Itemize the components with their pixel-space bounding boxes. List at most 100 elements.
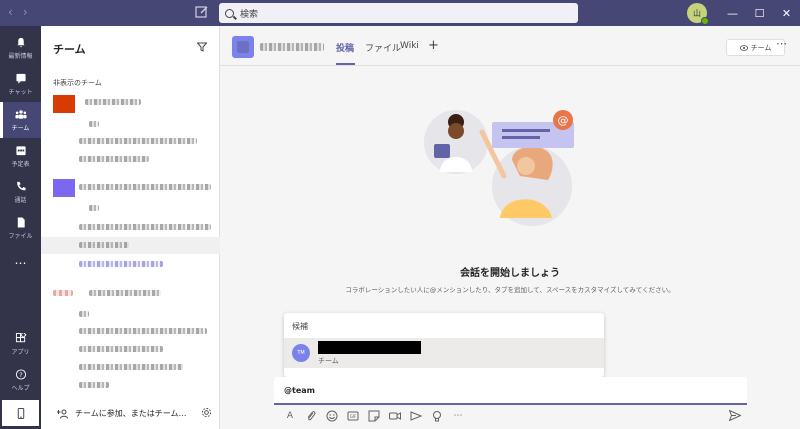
team-avatar xyxy=(53,95,75,113)
search-input[interactable]: 検索 xyxy=(219,3,578,23)
selected-channel-row[interactable] xyxy=(41,237,220,254)
bell-icon xyxy=(16,37,25,48)
rail-item-calls[interactable]: 通話 xyxy=(0,174,41,210)
panel-title: チーム xyxy=(53,43,86,56)
praise-icon[interactable] xyxy=(429,410,445,422)
tab-wiki[interactable]: Wiki xyxy=(400,41,419,51)
more-icon: … xyxy=(14,253,27,267)
message-compose-input[interactable]: @team xyxy=(274,377,747,405)
minimize-button[interactable]: — xyxy=(719,0,746,26)
mobile-phone-icon xyxy=(17,407,24,419)
channel-item[interactable] xyxy=(79,382,109,388)
rail-item-calendar[interactable]: 予定表 xyxy=(0,138,41,174)
window-controls: — ☐ ✕ xyxy=(719,0,800,26)
active-tab-indicator xyxy=(336,63,355,65)
channel-item[interactable] xyxy=(79,156,149,162)
channel-item[interactable] xyxy=(79,328,207,334)
welcome-title: 会話を開始しましょう xyxy=(460,268,560,279)
rail-item-label: ヘルプ xyxy=(11,384,30,392)
channel-header: 投稿 ファイル Wiki + チーム ⋯ xyxy=(220,26,800,66)
team-avatar xyxy=(53,179,75,197)
conversation-illustration: @ xyxy=(424,110,574,226)
rail-item-chat[interactable]: チャット xyxy=(0,66,41,102)
avatar[interactable]: 山 xyxy=(687,3,709,25)
avatar: TM xyxy=(292,344,310,362)
channel-title xyxy=(260,43,324,51)
gif-icon[interactable]: GIF xyxy=(345,410,361,422)
attach-icon[interactable] xyxy=(303,410,319,422)
join-team-label: チームに参加、またはチーム… xyxy=(75,409,187,418)
selected-channel-name[interactable] xyxy=(79,242,129,248)
add-tab-button[interactable]: + xyxy=(428,38,439,53)
suggestion-name-redacted xyxy=(318,341,421,354)
new-chat-icon[interactable] xyxy=(195,5,209,19)
channel-item[interactable] xyxy=(89,121,99,127)
title-bar: ‹ › 検索 山 — ☐ ✕ xyxy=(0,0,800,26)
team-name[interactable] xyxy=(79,184,211,190)
rail-item-activity[interactable]: 最新情報 xyxy=(0,30,41,66)
chat-icon xyxy=(15,73,26,84)
format-icon[interactable]: A xyxy=(282,410,298,422)
emoji-icon[interactable] xyxy=(324,410,340,422)
forward-icon[interactable]: › xyxy=(23,5,28,19)
sticker-icon[interactable] xyxy=(366,410,382,422)
team-name[interactable] xyxy=(85,99,141,105)
history-nav: ‹ › xyxy=(8,5,28,19)
more-options-icon[interactable]: ⋯ xyxy=(450,410,466,422)
help-icon: ? xyxy=(15,368,26,380)
search-icon xyxy=(225,8,234,18)
stream-icon[interactable] xyxy=(408,410,424,422)
rail-item-help[interactable]: ? ヘルプ xyxy=(0,362,41,398)
channel-item[interactable] xyxy=(79,261,163,267)
channel-item[interactable] xyxy=(79,364,183,370)
tab-files[interactable]: ファイル xyxy=(365,41,401,54)
file-icon xyxy=(17,216,25,228)
channel-item[interactable] xyxy=(89,205,99,211)
rail-more-button[interactable]: … xyxy=(0,242,41,278)
mobile-app-button[interactable] xyxy=(2,400,39,426)
maximize-button[interactable]: ☐ xyxy=(746,0,773,26)
compose-text: @team xyxy=(284,386,315,395)
meet-now-icon[interactable] xyxy=(387,410,403,422)
channel-item[interactable] xyxy=(79,311,89,317)
send-icon[interactable] xyxy=(729,410,741,421)
svg-text:@: @ xyxy=(558,114,569,127)
mention-suggestions: 候補 TM チーム xyxy=(284,313,604,377)
hidden-teams-heading: 非表示のチーム xyxy=(53,79,102,87)
phone-icon xyxy=(16,181,26,190)
filter-icon[interactable] xyxy=(197,42,207,52)
avatar-initials: 山 xyxy=(693,8,701,18)
suggestion-type: チーム xyxy=(318,357,339,365)
welcome-subtitle: コラボレーションしたい人に@メンションしたり、タブを追加して、スペースをカスタマ… xyxy=(345,286,675,294)
app-rail: 最新情報 チャット チーム 予定表 通話 ファイル … アプリ ? ヘルプ xyxy=(0,26,41,429)
rail-item-label: 通話 xyxy=(14,196,27,204)
rail-item-files[interactable]: ファイル xyxy=(0,210,41,246)
compose-toolbar: A GIF ⋯ xyxy=(274,408,747,424)
add-team-icon xyxy=(57,409,68,419)
svg-text:?: ? xyxy=(19,370,22,378)
rail-item-apps[interactable]: アプリ xyxy=(0,326,41,362)
apps-icon xyxy=(15,332,27,342)
more-options-button[interactable]: ⋯ xyxy=(776,37,788,50)
gear-icon[interactable] xyxy=(201,407,212,418)
team-avatar xyxy=(53,290,73,296)
tab-posts[interactable]: 投稿 xyxy=(336,41,354,54)
channel-item[interactable] xyxy=(79,346,163,352)
rail-item-label: アプリ xyxy=(11,348,30,356)
teams-icon xyxy=(14,109,27,119)
suggestion-item[interactable]: TM チーム xyxy=(284,338,604,368)
close-button[interactable]: ✕ xyxy=(773,0,800,26)
rail-item-teams[interactable]: チーム xyxy=(0,102,41,138)
back-icon[interactable]: ‹ xyxy=(8,5,13,19)
presence-status-icon xyxy=(701,17,709,25)
search-placeholder: 検索 xyxy=(240,9,259,20)
rail-item-label: チャット xyxy=(8,88,33,96)
rail-item-label: 予定表 xyxy=(11,160,30,168)
join-team-button[interactable]: チームに参加、またはチーム… xyxy=(57,408,187,419)
team-button-label: チーム xyxy=(750,43,772,52)
team-avatar xyxy=(232,36,254,58)
teams-panel: チーム 非表示のチーム チームに参加、またはチーム… xyxy=(41,26,220,429)
channel-item[interactable] xyxy=(79,224,211,230)
team-name[interactable] xyxy=(89,290,161,296)
channel-item[interactable] xyxy=(79,138,197,144)
